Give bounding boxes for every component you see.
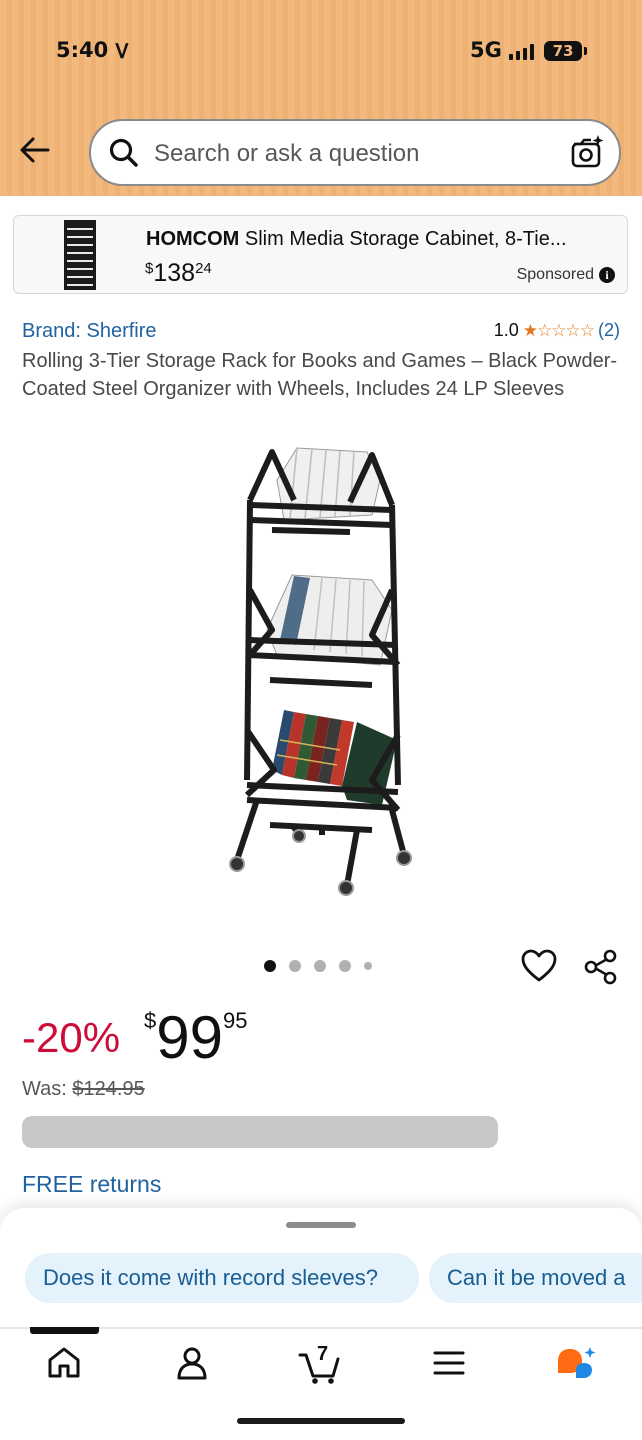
back-button[interactable] — [18, 134, 52, 166]
rufus-icon[interactable] — [554, 1345, 598, 1385]
carousel-dot-1[interactable] — [264, 960, 276, 972]
carousel-dot-5[interactable] — [364, 962, 372, 970]
sponsored-label: Sponsored — [516, 266, 594, 283]
ad-price-whole: 138 — [153, 259, 196, 287]
free-returns-link[interactable]: FREE returns — [22, 1171, 161, 1198]
product-title: Rolling 3-Tier Storage Rack for Books an… — [22, 350, 618, 400]
status-bar: 5:40 Ꮩ 5G 73 — [0, 38, 642, 68]
search-bar[interactable]: Search or ask a question — [89, 119, 621, 186]
status-time: 5:40 — [56, 38, 109, 62]
wishlist-heart-icon[interactable] — [521, 949, 557, 983]
caster-wheels — [229, 829, 412, 896]
assistant-sheet: Does it come with record sleeves? Can it… — [0, 1208, 642, 1440]
back-arrow-icon — [20, 137, 50, 163]
camera-search-icon[interactable] — [570, 134, 604, 170]
discount-percent: -20% — [22, 1014, 121, 1061]
search-icon — [109, 138, 138, 167]
menu-icon[interactable] — [432, 1345, 466, 1381]
product-image[interactable] — [222, 440, 422, 900]
rating-value: 1.0 — [493, 320, 519, 340]
ad-title[interactable]: HOMCOM Slim Media Storage Cabinet, 8-Tie… — [146, 228, 616, 251]
ad-product-thumbnail — [64, 220, 96, 290]
sponsored-badge[interactable]: Sponsored i — [517, 266, 615, 284]
carousel-dot-2[interactable] — [289, 960, 301, 972]
battery-icon — [584, 47, 587, 55]
active-tab-indicator — [30, 1327, 99, 1334]
share-icon[interactable] — [583, 949, 619, 985]
image-carousel-dots[interactable] — [264, 960, 372, 972]
home-indicator — [237, 1418, 405, 1424]
cart-button[interactable]: 7 — [298, 1343, 342, 1385]
suggestion-chip[interactable]: Does it come with record sleeves? — [25, 1253, 419, 1303]
sponsored-ad[interactable]: HOMCOM Slim Media Storage Cabinet, 8-Tie… — [13, 215, 628, 294]
ad-price-fraction: 24 — [195, 260, 212, 277]
price-currency: $ — [144, 1008, 157, 1033]
carousel-dot-3[interactable] — [314, 960, 326, 972]
cart-count: 7 — [317, 1343, 329, 1365]
was-price: Was: $124.95 — [22, 1078, 145, 1101]
star-rating-icon: ★☆☆☆☆ — [522, 320, 595, 341]
suggestion-chip[interactable]: Can it be moved a — [429, 1253, 642, 1303]
search-input[interactable]: Search or ask a question — [154, 140, 420, 168]
ad-price: $13824 — [145, 259, 212, 288]
account-icon[interactable] — [174, 1345, 210, 1381]
price-fraction: 95 — [223, 1008, 248, 1033]
current-price: $9995 — [144, 1003, 247, 1072]
battery-level: 73 — [544, 41, 582, 61]
loading-placeholder — [22, 1116, 498, 1148]
info-icon[interactable]: i — [599, 267, 615, 283]
signal-icon — [509, 44, 535, 60]
rating-summary[interactable]: 1.0 ★☆☆☆☆ (2) — [494, 320, 620, 341]
sheet-grabber[interactable] — [286, 1222, 356, 1228]
network-label: 5G — [470, 38, 502, 62]
brand-link[interactable]: Brand: Sherfire — [22, 320, 157, 343]
ad-brand: HOMCOM — [146, 228, 240, 250]
gmail-icon: Ꮩ — [116, 39, 130, 63]
was-label: Was: — [22, 1078, 67, 1100]
carousel-dot-4[interactable] — [339, 960, 351, 972]
price-whole: 99 — [156, 1004, 223, 1071]
rating-count[interactable]: (2) — [598, 320, 620, 341]
app-header: 5:40 Ꮩ 5G 73 Search or ask a question — [0, 0, 642, 196]
ad-title-text: Slim Media Storage Cabinet, 8-Tie... — [244, 228, 567, 250]
was-price-value: $124.95 — [72, 1078, 145, 1100]
white-books-middle — [266, 574, 393, 666]
home-icon[interactable] — [46, 1345, 82, 1381]
